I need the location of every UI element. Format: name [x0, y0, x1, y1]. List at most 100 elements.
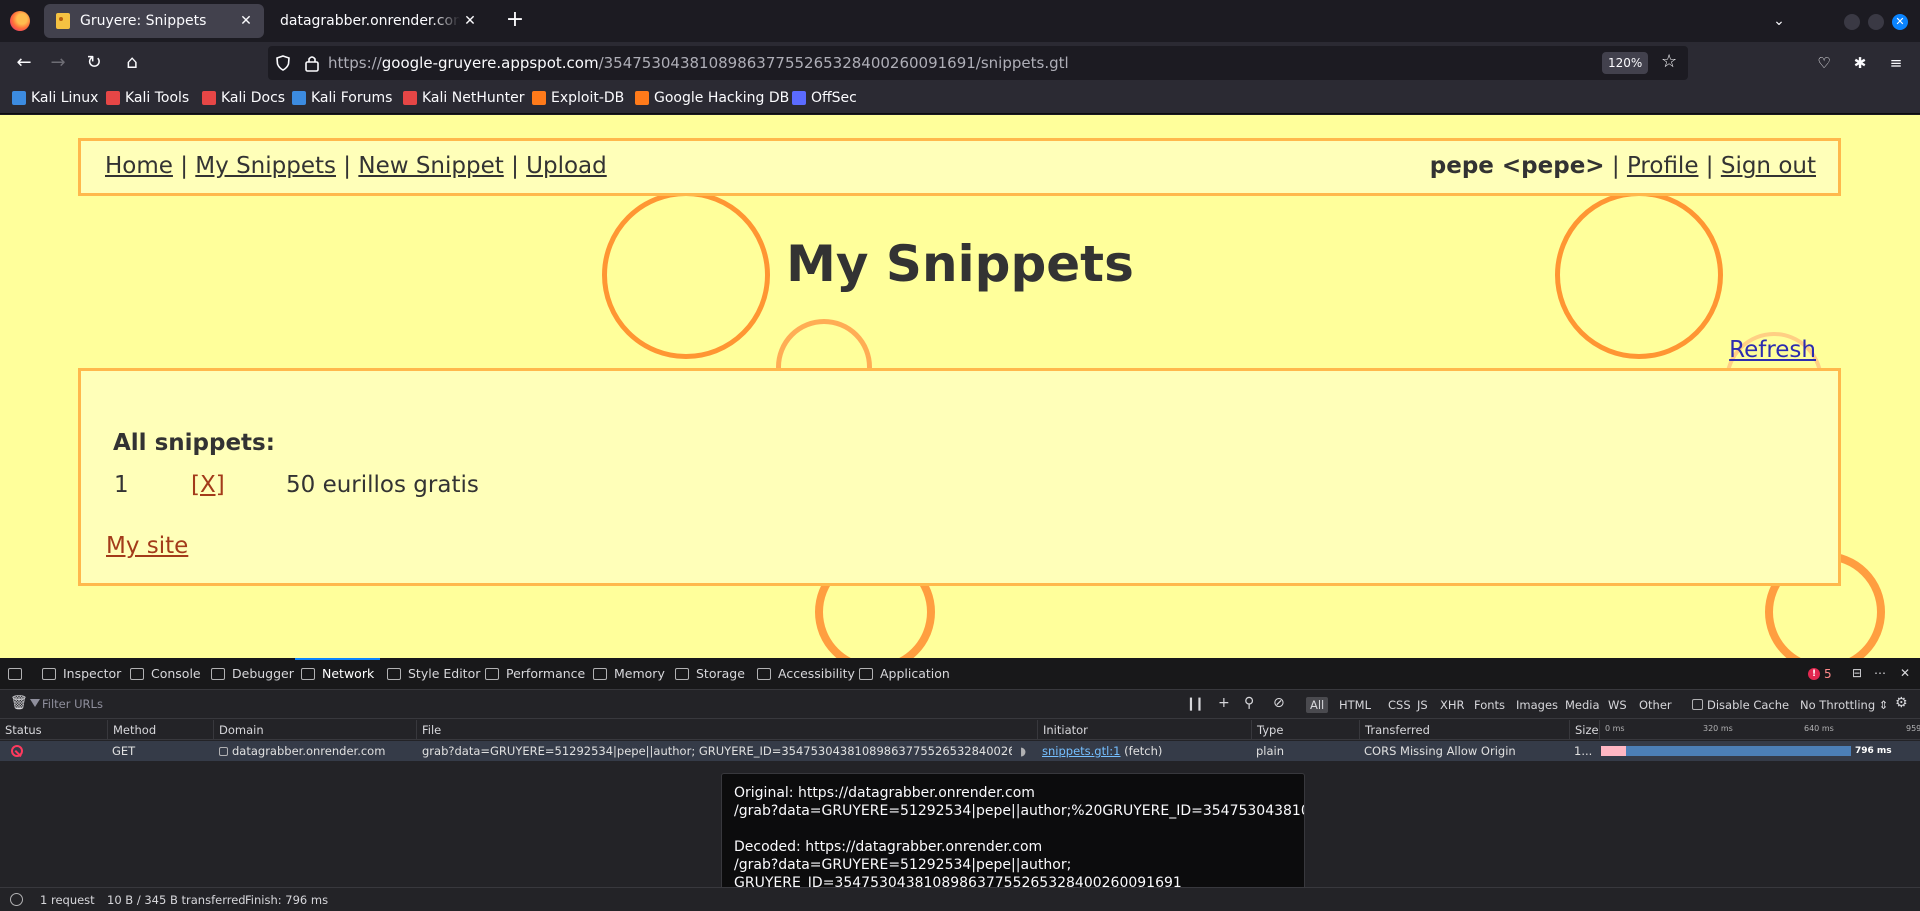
type-filter-html[interactable]: HTML: [1335, 697, 1375, 713]
kali-docs-icon: [202, 91, 216, 105]
filter-urls-input[interactable]: Filter URLs: [42, 697, 103, 711]
tab-performance[interactable]: Performance: [485, 658, 585, 690]
waterfall-blocked-bar: [1601, 746, 1626, 756]
column-header-domain[interactable]: Domain: [214, 720, 417, 740]
bookmark-kali-nethunter[interactable]: Kali NetHunter: [403, 90, 524, 106]
bookmark-offsec[interactable]: OffSec: [792, 90, 857, 106]
timeline-tick-label: 0 ms: [1605, 724, 1625, 733]
tab-debugger[interactable]: Debugger: [211, 658, 294, 690]
type-filter-images[interactable]: Images: [1512, 697, 1562, 713]
nav-my-snippets-link[interactable]: My Snippets: [195, 153, 336, 179]
kali-tools-icon: [106, 91, 120, 105]
forward-arrow-icon[interactable]: →: [44, 50, 72, 76]
snippets-panel: All snippets: 1 [X] 50 eurillos gratis M…: [78, 368, 1841, 586]
dock-side-icon[interactable]: ⊟: [1852, 666, 1862, 680]
clear-requests-trash-icon[interactable]: 🗑: [10, 695, 28, 711]
bookmark-kali-tools[interactable]: Kali Tools: [106, 90, 189, 106]
type-filter-ws[interactable]: WS: [1604, 697, 1631, 713]
bookmark-kali-docs[interactable]: Kali Docs: [202, 90, 285, 106]
tab-gruyere-snippets[interactable]: Gruyere: Snippets ✕: [44, 4, 264, 38]
close-window-button[interactable]: ✕: [1892, 14, 1908, 30]
nav-profile-link[interactable]: Profile: [1627, 153, 1699, 179]
zoom-level-badge[interactable]: 120%: [1602, 52, 1649, 74]
column-header-status[interactable]: Status: [0, 720, 108, 740]
network-icon: [301, 668, 315, 680]
navigation-toolbar: ← → ↻ ⌂ https://google-gruyere.appspot.c…: [0, 42, 1920, 84]
my-site-link[interactable]: My site: [106, 533, 188, 559]
type-filter-media[interactable]: Media: [1561, 697, 1604, 713]
bookmark-google-hacking-db[interactable]: Google Hacking DB: [635, 90, 789, 106]
disable-cache-checkbox[interactable]: Disable Cache: [1688, 697, 1793, 713]
new-tab-button[interactable]: +: [500, 6, 530, 36]
lock-icon[interactable]: [304, 54, 320, 72]
network-settings-gear-icon[interactable]: ⚙: [1895, 695, 1908, 711]
nav-sign-out-link[interactable]: Sign out: [1721, 153, 1816, 179]
column-header-size[interactable]: Size: [1570, 720, 1600, 740]
add-request-blocking-icon[interactable]: +: [1218, 695, 1230, 711]
tab-style-editor[interactable]: Style Editor: [387, 658, 480, 690]
url-text[interactable]: https://google-gruyere.appspot.com/35475…: [328, 54, 1069, 72]
type-filter-xhr[interactable]: XHR: [1436, 697, 1469, 713]
close-tab-icon[interactable]: ✕: [236, 13, 256, 29]
pause-recording-icon[interactable]: ▎▎: [1190, 698, 1207, 711]
tracking-protection-shield-icon[interactable]: [276, 55, 290, 71]
extensions-icon[interactable]: ✱: [1850, 53, 1870, 73]
devtools-menu-icon[interactable]: ⋯: [1874, 666, 1886, 680]
bookmark-kali-linux[interactable]: Kali Linux: [12, 90, 98, 106]
type-filter-other[interactable]: Other: [1635, 697, 1676, 713]
pocket-icon[interactable]: ♡: [1814, 53, 1834, 73]
error-count-badge[interactable]: ! 5: [1808, 667, 1832, 681]
list-all-tabs-icon[interactable]: ⌄: [1766, 8, 1792, 34]
tab-strip: Gruyere: Snippets ✕ datagrabber.onrender…: [0, 0, 1920, 42]
inspector-icon: [42, 668, 56, 680]
bookmark-exploit-db[interactable]: Exploit-DB: [532, 90, 624, 106]
column-header-transferred[interactable]: Transferred: [1360, 720, 1570, 740]
nav-home-link[interactable]: Home: [105, 153, 173, 179]
home-icon[interactable]: ⌂: [118, 50, 146, 76]
checkbox-icon: [1692, 699, 1703, 710]
performance-icon: [485, 668, 499, 680]
tab-memory[interactable]: Memory: [593, 658, 665, 690]
refresh-link[interactable]: Refresh: [1729, 337, 1816, 363]
tab-network[interactable]: Network: [294, 658, 381, 690]
tab-application[interactable]: Application: [859, 658, 950, 690]
column-header-waterfall[interactable]: [1600, 720, 1920, 740]
nav-separator: |: [511, 153, 519, 179]
tab-accessibility[interactable]: Accessibility: [757, 658, 855, 690]
type-filter-js[interactable]: JS: [1413, 697, 1432, 713]
table-row[interactable]: GET datagrabber.onrender.com grab?data=G…: [0, 741, 1920, 761]
bookmark-kali-forums[interactable]: Kali Forums: [292, 90, 392, 106]
maximize-window-button[interactable]: [1868, 14, 1884, 30]
tab-console[interactable]: Console: [130, 658, 201, 690]
back-arrow-icon[interactable]: ←: [10, 50, 38, 76]
type-filter-fonts[interactable]: Fonts: [1470, 697, 1509, 713]
tab-inspector[interactable]: Inspector: [42, 658, 121, 690]
nav-new-snippet-link[interactable]: New Snippet: [358, 153, 503, 179]
firefox-menu-icon[interactable]: [10, 11, 30, 31]
delete-snippet-link[interactable]: [X]: [191, 472, 225, 498]
tab-storage[interactable]: Storage: [675, 658, 745, 690]
close-tab-icon[interactable]: ✕: [460, 13, 480, 29]
close-devtools-icon[interactable]: ✕: [1900, 666, 1910, 680]
column-header-method[interactable]: Method: [108, 720, 214, 740]
element-picker-icon[interactable]: [8, 658, 22, 690]
tab-datagrabber[interactable]: datagrabber.onrender.com/g ✕: [270, 4, 488, 38]
column-header-type[interactable]: Type: [1252, 720, 1360, 740]
type-filter-all[interactable]: All: [1306, 697, 1329, 713]
bookmark-star-icon[interactable]: ☆: [1661, 51, 1677, 72]
minimize-window-button[interactable]: [1844, 14, 1860, 30]
column-header-file[interactable]: File: [417, 720, 1038, 740]
app-menu-icon[interactable]: ≡: [1886, 53, 1906, 73]
nav-upload-link[interactable]: Upload: [526, 153, 607, 179]
address-bar[interactable]: https://google-gruyere.appspot.com/35475…: [268, 46, 1688, 80]
type-filter-css[interactable]: CSS: [1384, 697, 1415, 713]
reload-icon[interactable]: ↻: [80, 50, 108, 76]
block-requests-icon[interactable]: ⊘: [1273, 695, 1285, 711]
performance-analysis-clock-icon[interactable]: [10, 893, 23, 906]
request-domain: datagrabber.onrender.com: [219, 741, 415, 761]
column-header-initiator[interactable]: Initiator: [1038, 720, 1252, 740]
style-editor-icon: [387, 668, 401, 680]
initiator-link[interactable]: snippets.gtl:1: [1042, 744, 1121, 758]
throttling-select[interactable]: No Throttling ⇕: [1796, 697, 1892, 713]
search-icon[interactable]: ⚲: [1244, 695, 1254, 711]
